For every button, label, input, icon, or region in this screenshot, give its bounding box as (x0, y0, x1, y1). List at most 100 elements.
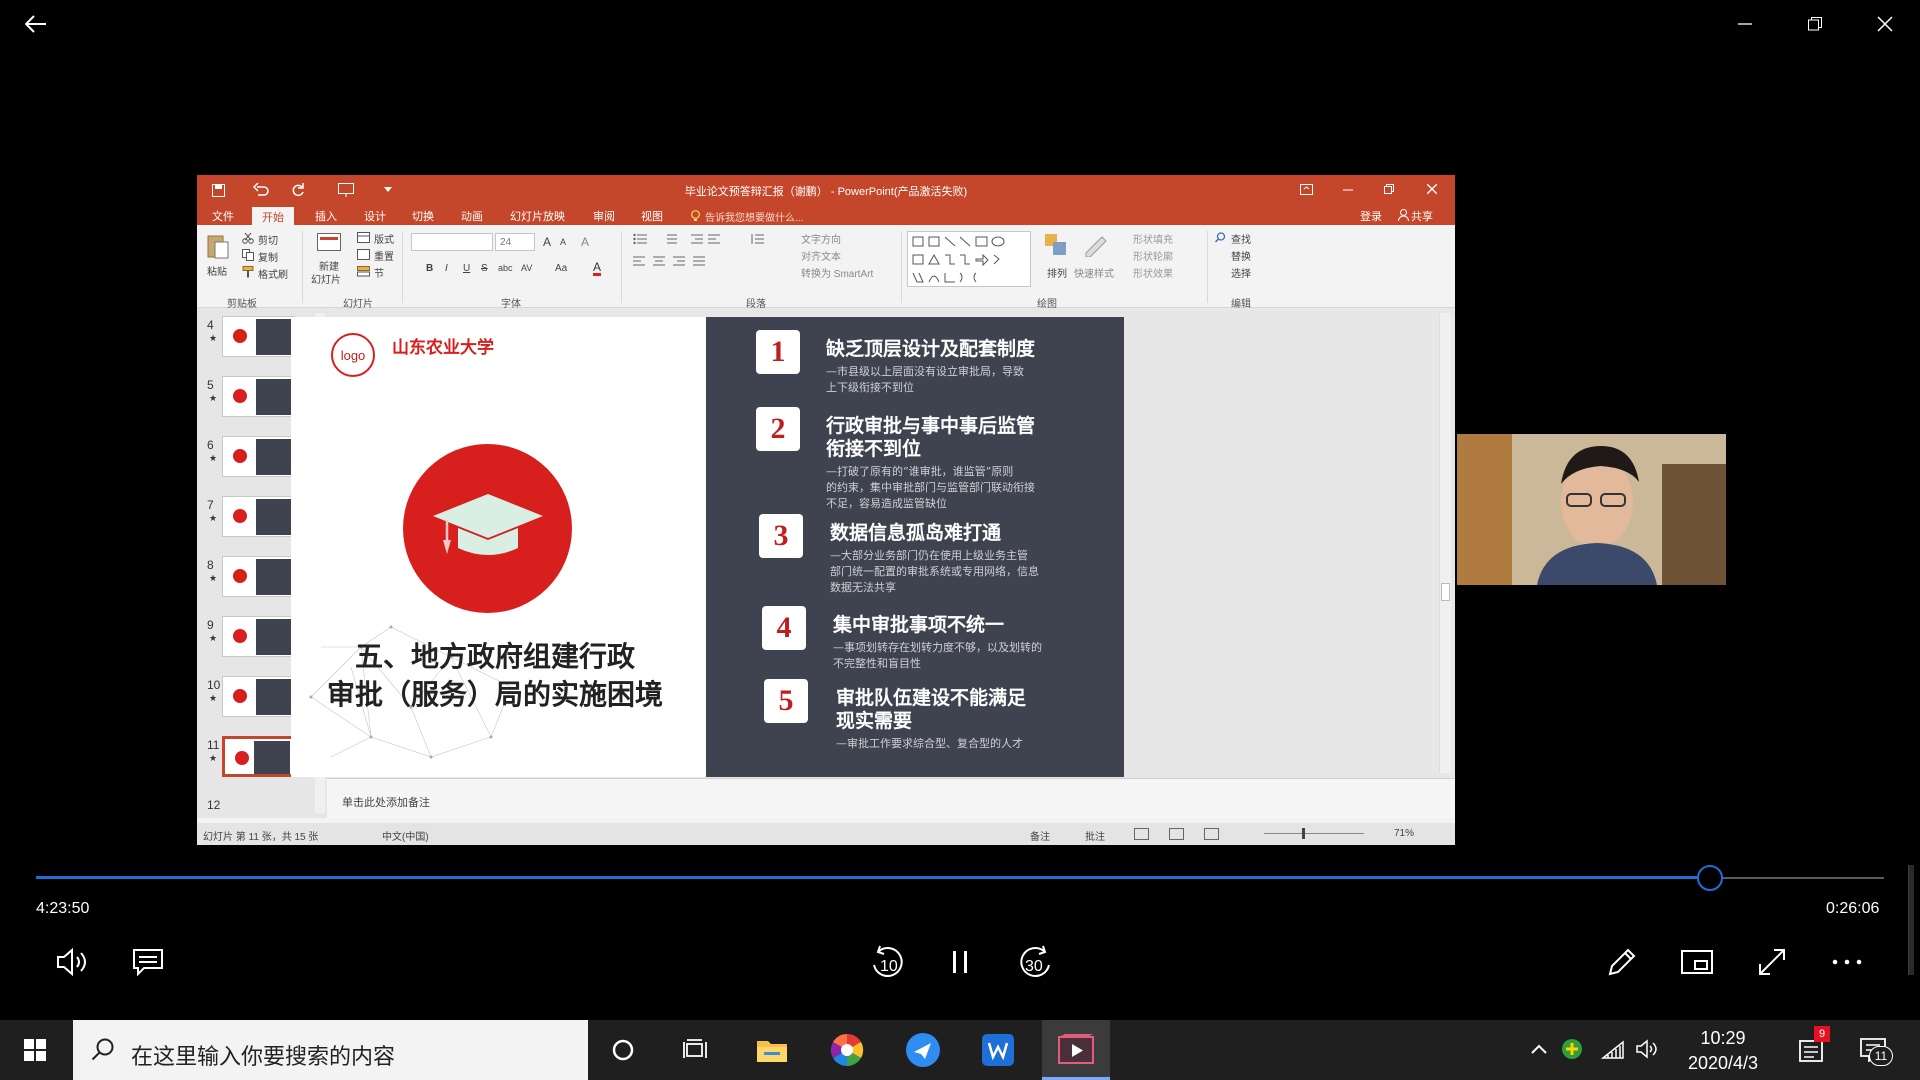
replace-button[interactable]: 替换 (1231, 248, 1251, 263)
taskbar-browser[interactable] (817, 1020, 877, 1080)
restore-button[interactable] (1795, 8, 1835, 40)
progress-thumb[interactable] (1697, 865, 1723, 891)
start-button[interactable] (0, 1020, 70, 1080)
shape-outline-button[interactable]: 形状轮廓 (1133, 248, 1173, 263)
tab-home[interactable]: 开始 (252, 207, 294, 225)
tab-slideshow[interactable]: 幻灯片放映 (510, 208, 565, 224)
numbering-icon[interactable] (663, 233, 677, 245)
select-button[interactable]: 选择 (1231, 265, 1251, 280)
taskbar-movies-tv[interactable] (1042, 1020, 1110, 1080)
cut-icon[interactable] (242, 232, 254, 244)
new-slide-label2[interactable]: 幻灯片 (311, 271, 341, 286)
quick-styles-icon[interactable] (1084, 233, 1108, 257)
align-icons[interactable] (633, 255, 713, 267)
taskbar-wps[interactable] (968, 1020, 1028, 1080)
minimize-button[interactable] (1725, 8, 1765, 40)
new-slide-icon[interactable] (317, 233, 341, 255)
shape-fill-button[interactable]: 形状填充 (1133, 231, 1173, 246)
canvas-scrollbar[interactable] (1439, 313, 1451, 773)
shrink-font-icon[interactable]: A (560, 237, 566, 247)
right-edge-resize-handle[interactable] (1908, 865, 1914, 975)
arrange-label[interactable]: 排列 (1047, 265, 1067, 280)
taskbar-feishu[interactable] (893, 1020, 953, 1080)
change-case-button[interactable]: Aa (555, 263, 567, 274)
find-button[interactable]: 查找 (1231, 231, 1251, 246)
volume-tray[interactable] (1632, 1034, 1662, 1064)
cut-label[interactable]: 剪切 (258, 232, 278, 247)
font-color-button[interactable]: A (593, 261, 602, 276)
close-button[interactable] (1865, 8, 1905, 40)
zoom-slider-thumb[interactable] (1302, 828, 1305, 839)
ppt-minimize-icon[interactable] (1343, 189, 1353, 191)
slide-thumbnail[interactable] (222, 316, 295, 357)
bullets-icon[interactable] (633, 233, 647, 245)
clock[interactable]: 10:29 2020/4/3 (1668, 1024, 1778, 1076)
action-center-button[interactable]: 11 (1851, 1028, 1895, 1072)
notes-toggle[interactable]: 备注 (1030, 828, 1050, 843)
font-name-box[interactable] (411, 233, 493, 251)
notes-pane[interactable]: 单击此处添加备注 (327, 778, 1455, 818)
tell-me-search[interactable]: 告诉我您想要做什么... (705, 209, 803, 224)
back-button[interactable] (18, 8, 54, 40)
align-text-button[interactable]: 对齐文本 (801, 248, 841, 263)
taskbar-file-explorer[interactable] (742, 1020, 802, 1080)
subtitles-button[interactable] (128, 942, 168, 982)
tab-animations[interactable]: 动画 (461, 208, 483, 224)
shapes-gallery[interactable] (907, 231, 1031, 287)
grow-font-icon[interactable]: A (543, 235, 551, 249)
edit-button[interactable] (1602, 942, 1642, 982)
share-button[interactable]: 共享 (1411, 208, 1433, 224)
more-button[interactable] (1827, 942, 1867, 982)
ribbon-display-icon[interactable] (1300, 184, 1313, 195)
copy-icon[interactable] (242, 249, 254, 261)
show-hidden-icons[interactable] (1524, 1034, 1554, 1064)
underline-button[interactable]: U (463, 263, 470, 274)
bold-button[interactable]: B (426, 263, 433, 274)
shadow-button[interactable]: abc (498, 263, 513, 273)
fullscreen-button[interactable] (1752, 942, 1792, 982)
rewind-button[interactable]: 10 (863, 940, 911, 986)
clear-format-icon[interactable]: A (581, 235, 589, 249)
tab-insert[interactable]: 插入 (315, 208, 337, 224)
indent-icon[interactable] (691, 233, 721, 245)
notification-app-button[interactable]: 9 (1794, 1026, 1830, 1072)
smartart-button[interactable]: 转换为 SmartArt (801, 265, 873, 280)
layout-icon[interactable] (357, 232, 370, 243)
ppt-close-icon[interactable] (1427, 184, 1437, 194)
font-size-box[interactable]: 24 (495, 233, 535, 251)
slide-thumbnail[interactable] (222, 376, 295, 417)
tab-file[interactable]: 文件 (212, 208, 234, 224)
ppt-restore-icon[interactable] (1384, 184, 1394, 194)
copy-label[interactable]: 复制 (258, 249, 278, 264)
paste-label[interactable]: 粘贴 (207, 263, 227, 278)
format-painter-icon[interactable] (242, 266, 254, 278)
strikethrough-button[interactable]: S (481, 263, 488, 274)
section-icon[interactable] (357, 266, 370, 277)
italic-button[interactable]: I (445, 263, 448, 274)
slide-thumbnail[interactable] (222, 556, 295, 597)
slide-thumbnail[interactable] (222, 496, 295, 537)
comments-toggle[interactable]: 批注 (1085, 828, 1105, 843)
text-direction-button[interactable]: 文字方向 (801, 231, 841, 246)
tray-app-icon[interactable] (1557, 1034, 1587, 1064)
network-tray[interactable] (1598, 1034, 1628, 1064)
paste-icon[interactable] (207, 233, 229, 259)
volume-button[interactable] (52, 942, 92, 982)
format-painter-label[interactable]: 格式刷 (258, 266, 288, 281)
task-view-button[interactable] (668, 1020, 724, 1080)
layout-label[interactable]: 版式 (374, 231, 394, 246)
cortana-button[interactable] (595, 1020, 651, 1080)
section-label[interactable]: 节 (374, 265, 384, 280)
zoom-level[interactable]: 71% (1394, 828, 1414, 839)
pause-button[interactable] (940, 942, 980, 982)
canvas-scrollbar-thumb[interactable] (1441, 583, 1450, 601)
reset-icon[interactable] (357, 249, 370, 260)
login-link[interactable]: 登录 (1360, 208, 1382, 224)
zoom-slider[interactable] (1264, 828, 1364, 839)
slide-thumbnail[interactable] (222, 616, 295, 657)
arrange-icon[interactable] (1044, 233, 1068, 257)
view-buttons-icon[interactable] (1134, 828, 1234, 840)
line-spacing-icon[interactable] (750, 233, 764, 245)
forward-button[interactable]: 30 (1012, 940, 1060, 986)
tab-view[interactable]: 视图 (641, 208, 663, 224)
